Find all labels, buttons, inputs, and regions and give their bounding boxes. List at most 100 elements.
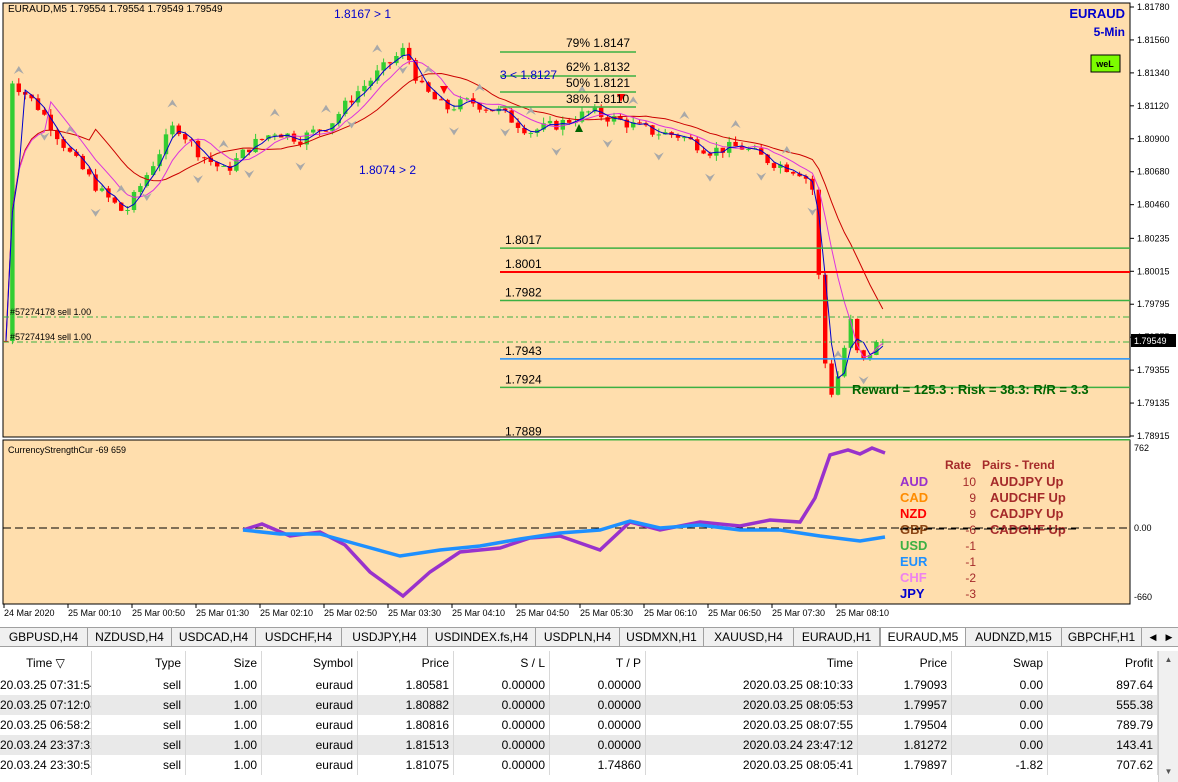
column-header-swap[interactable]: Swap [952, 651, 1048, 675]
table-cell: 0.00000 [550, 695, 646, 715]
candle [407, 47, 412, 61]
price-tick-label: 1.80015 [1137, 266, 1170, 276]
candle [714, 147, 719, 156]
candle [656, 134, 661, 136]
chart-window[interactable]: 1.8017 1.8001 1.7982 1.7943 1.7924 1.7889 1.8… [0, 0, 1178, 627]
tab-euraud-h1[interactable]: EURAUD,H1 [794, 628, 880, 646]
chart-header: EURAUD,M5 1.79554 1.79554 1.79549 1.7954… [8, 4, 223, 15]
price-tick-label: 1.79135 [1137, 398, 1170, 408]
candle [829, 363, 834, 395]
column-header-symbol[interactable]: Symbol [262, 651, 358, 675]
candle [637, 122, 642, 124]
time-tick-label: 25 Mar 04:50 [516, 608, 569, 618]
candle [240, 149, 245, 159]
table-cell: 897.64 [1048, 675, 1158, 695]
candle [439, 99, 444, 101]
tab-usdchf-h4[interactable]: USDCHF,H4 [256, 628, 342, 646]
candle [362, 85, 367, 92]
candle [707, 153, 713, 156]
column-header-type[interactable]: Type [92, 651, 186, 675]
column-header-price[interactable]: Price [358, 651, 454, 675]
candle [528, 132, 533, 134]
candle [67, 147, 73, 152]
tab-scroll-left-icon[interactable]: ◀ [1146, 628, 1160, 646]
candle [311, 129, 316, 133]
candle [93, 174, 98, 191]
table-cell: 0.00000 [454, 695, 550, 715]
strength-rate: 9 [969, 491, 976, 505]
chart-canvas[interactable]: 1.8017 1.8001 1.7982 1.7943 1.7924 1.7889 1.8… [0, 0, 1178, 627]
candle [259, 138, 265, 140]
candle [349, 100, 354, 103]
ind-scale-bottom: -660 [1134, 592, 1152, 602]
tab-scroll-right-icon[interactable]: ▶ [1162, 628, 1176, 646]
candle [451, 109, 457, 111]
table-cell: 2020.03.25 08:07:55 [646, 715, 858, 735]
price-tick-label: 1.81780 [1137, 2, 1170, 12]
fib-50-label: 50% 1.8121 [566, 76, 630, 90]
tab-euraud-m5[interactable]: EURAUD,M5 [880, 628, 966, 646]
tab-nzdusd-h4[interactable]: NZDUSD,H4 [88, 628, 172, 646]
table-cell: 1.00 [186, 715, 262, 735]
candle [48, 114, 53, 131]
column-header-size[interactable]: Size [186, 651, 262, 675]
tab-xauusd-h4[interactable]: XAUUSD,H4 [704, 628, 794, 646]
table-row[interactable]: 20.03.24 23:30:53 sell 1.00 euraud 1.81075 0.… [0, 755, 1158, 775]
scroll-down-icon[interactable]: ▼ [1161, 765, 1176, 779]
column-header-t-p[interactable]: T / P [550, 651, 646, 675]
table-cell: euraud [262, 675, 358, 695]
timeframe-label: 5-Min [1094, 25, 1125, 39]
table-cell: sell [92, 695, 186, 715]
table-cell: 0.00 [952, 695, 1048, 715]
candle [272, 134, 277, 136]
tab-audnzd-m15[interactable]: AUDNZD,M15 [966, 628, 1062, 646]
candle [586, 111, 591, 113]
column-header-time[interactable]: Time [646, 651, 858, 675]
strength-pair-trend: AUDCHF Up [990, 490, 1066, 505]
fib-count-label: 3 < 1.8127 [500, 68, 557, 82]
time-tick-label: 25 Mar 06:50 [708, 608, 761, 618]
strength-currency: CAD [900, 490, 928, 505]
tab-usdindex-fs-h4[interactable]: USDINDEX.fs,H4 [428, 628, 536, 646]
candle [419, 80, 425, 83]
candle [701, 150, 706, 154]
column-header-time[interactable]: Time ▽ [0, 651, 92, 675]
tab-usdpln-h4[interactable]: USDPLN,H4 [536, 628, 620, 646]
strength-rate: -1 [965, 539, 976, 553]
tab-gbpusd-h4[interactable]: GBPUSD,H4 [0, 628, 88, 646]
table-row[interactable]: 20.03.24 23:37:32 sell 1.00 euraud 1.81513 0.… [0, 735, 1158, 755]
table-cell: 1.00 [186, 675, 262, 695]
strength-pair-trend: CADJPY Up [990, 506, 1064, 521]
table-cell: sell [92, 715, 186, 735]
scroll-up-icon[interactable]: ▲ [1161, 653, 1176, 667]
column-header-profit[interactable]: Profit [1048, 651, 1158, 675]
table-row[interactable]: 20.03.25 07:31:54 sell 1.00 euraud 1.80581 0.… [0, 675, 1158, 695]
order-label-1: #57274178 sell 1.00 [10, 307, 91, 317]
column-header-s-l[interactable]: S / L [454, 651, 550, 675]
table-row[interactable]: 20.03.25 07:12:08 sell 1.00 euraud 1.80882 0.… [0, 695, 1158, 715]
price-tick-label: 1.80900 [1137, 134, 1170, 144]
candle [733, 141, 738, 147]
table-cell: -1.82 [952, 755, 1048, 775]
table-row[interactable]: 20.03.25 06:58:22 sell 1.00 euraud 1.80816 0.… [0, 715, 1158, 735]
table-cell: 0.00 [952, 735, 1048, 755]
table-cell: 1.00 [186, 755, 262, 775]
strength-rate: -1 [965, 555, 976, 569]
level-label: 1.7943 [505, 344, 542, 358]
candle [554, 120, 559, 130]
tab-usdjpy-h4[interactable]: USDJPY,H4 [342, 628, 428, 646]
column-header-price[interactable]: Price [858, 651, 952, 675]
table-cell: 20.03.25 07:12:08 [0, 695, 92, 715]
candle [835, 376, 841, 395]
table-cell: 20.03.24 23:30:53 [0, 755, 92, 775]
table-cell: 1.80581 [358, 675, 454, 695]
tab-usdcad-h4[interactable]: USDCAD,H4 [172, 628, 256, 646]
reward-risk-text: Reward = 125.3 : Risk = 38.3: R/R = 3.3 [852, 382, 1089, 397]
table-cell: 1.74860 [550, 755, 646, 775]
tab-gbpchf-h1[interactable]: GBPCHF,H1 [1062, 628, 1142, 646]
level-label: 1.7889 [505, 425, 542, 439]
candle [131, 192, 137, 211]
tab-usdmxn-h1[interactable]: USDMXN,H1 [620, 628, 704, 646]
price-tick-label: 1.79795 [1137, 299, 1170, 309]
vertical-scrollbar[interactable]: ▲ ▼ [1158, 651, 1178, 782]
